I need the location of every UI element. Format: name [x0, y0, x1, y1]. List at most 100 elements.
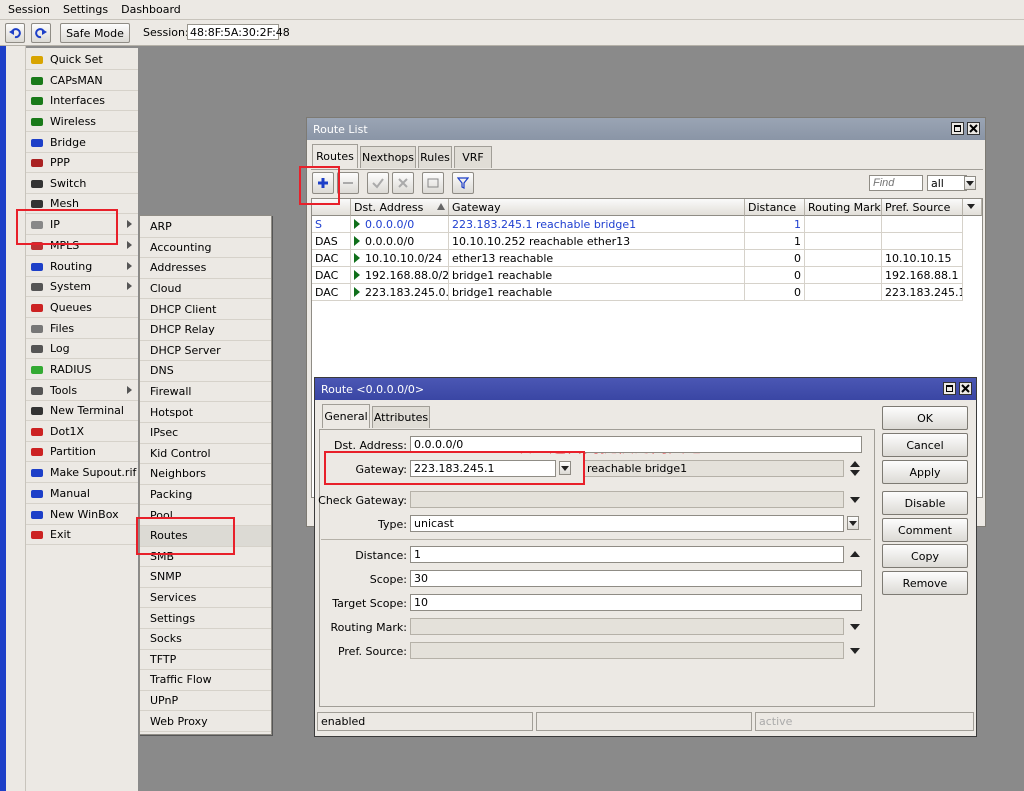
distance-collapse-icon[interactable] [850, 551, 860, 557]
column-menu-button[interactable] [963, 199, 982, 216]
route-cell-distance[interactable]: 0 [745, 284, 805, 301]
submenu-item-neighbors[interactable]: Neighbors [140, 464, 271, 485]
column-header[interactable]: Dst. Address [351, 199, 449, 216]
redo-button[interactable] [31, 23, 51, 43]
safe-mode-button[interactable]: Safe Mode [60, 23, 130, 43]
routing-mark-dropdown-icon[interactable] [850, 624, 860, 630]
route-cell-mark[interactable] [805, 267, 882, 284]
sidebar-item-new-winbox[interactable]: New WinBox [26, 505, 138, 525]
check-gateway-field[interactable] [410, 491, 844, 508]
submenu-item-snmp[interactable]: SNMP [140, 567, 271, 588]
route-cell-gateway[interactable]: bridge1 reachable [449, 284, 745, 301]
route-cell-flags[interactable]: DAC [312, 267, 351, 284]
column-header[interactable]: Gateway [449, 199, 745, 216]
sidebar-item-tools[interactable]: Tools [26, 381, 138, 401]
routing-mark-field[interactable] [410, 618, 844, 635]
sidebar-item-files[interactable]: Files [26, 319, 138, 339]
sidebar-item-quick-set[interactable]: Quick Set [26, 50, 138, 70]
route-cell-pref[interactable]: 192.168.88.1 [882, 267, 963, 284]
dialog-close-button[interactable] [959, 382, 972, 395]
filter-dropdown-icon[interactable] [964, 176, 976, 190]
tab-general[interactable]: General [322, 404, 370, 428]
scope-field[interactable]: 30 [410, 570, 862, 587]
target-scope-field[interactable]: 10 [410, 594, 862, 611]
sidebar-item-capsman[interactable]: CAPsMAN [26, 71, 138, 91]
sidebar-item-system[interactable]: System [26, 277, 138, 297]
menu-session[interactable]: Session [0, 3, 55, 16]
pref-source-dropdown-icon[interactable] [850, 648, 860, 654]
submenu-item-dhcp-client[interactable]: DHCP Client [140, 299, 271, 320]
cancel-button[interactable]: Cancel [882, 433, 968, 457]
tab-attributes[interactable]: Attributes [372, 406, 430, 428]
submenu-item-web-proxy[interactable]: Web Proxy [140, 711, 271, 732]
route-cell-dst[interactable]: 192.168.88.0/24 [351, 267, 449, 284]
filter-button[interactable] [452, 172, 474, 194]
sidebar-item-routing[interactable]: Routing [26, 257, 138, 277]
undo-button[interactable] [5, 23, 25, 43]
type-dropdown-icon[interactable] [847, 516, 859, 530]
dialog-maximize-button[interactable] [943, 382, 956, 395]
submenu-item-services[interactable]: Services [140, 588, 271, 609]
route-cell-gateway[interactable]: ether13 reachable [449, 250, 745, 267]
route-cell-mark[interactable] [805, 250, 882, 267]
sidebar-item-wireless[interactable]: Wireless [26, 112, 138, 132]
route-cell-dst[interactable]: 0.0.0.0/0 [351, 233, 449, 250]
filter-select[interactable]: all [927, 175, 967, 191]
sidebar-item-log[interactable]: Log [26, 339, 138, 359]
route-cell-flags[interactable]: DAC [312, 284, 351, 301]
check-gateway-dropdown-icon[interactable] [850, 497, 860, 503]
route-cell-dst[interactable]: 0.0.0.0/0 [351, 216, 449, 233]
route-cell-flags[interactable]: DAC [312, 250, 351, 267]
tab-routes[interactable]: Routes [312, 144, 358, 168]
submenu-item-firewall[interactable]: Firewall [140, 382, 271, 403]
submenu-item-ipsec[interactable]: IPsec [140, 423, 271, 444]
pref-source-field[interactable] [410, 642, 844, 659]
maximize-button[interactable] [951, 122, 964, 135]
sidebar-item-bridge[interactable]: Bridge [26, 133, 138, 153]
submenu-item-dhcp-relay[interactable]: DHCP Relay [140, 320, 271, 341]
submenu-item-traffic-flow[interactable]: Traffic Flow [140, 670, 271, 691]
submenu-item-hotspot[interactable]: Hotspot [140, 402, 271, 423]
submenu-item-socks[interactable]: Socks [140, 629, 271, 650]
tab-vrf[interactable]: VRF [454, 146, 492, 168]
submenu-item-upnp[interactable]: UPnP [140, 691, 271, 712]
sidebar-item-radius[interactable]: RADIUS [26, 360, 138, 380]
sidebar-item-new-terminal[interactable]: New Terminal [26, 401, 138, 421]
column-header[interactable]: Routing Mark [805, 199, 882, 216]
gateway-remove-icon[interactable] [850, 470, 860, 476]
sidebar-item-manual[interactable]: Manual [26, 484, 138, 504]
submenu-item-dhcp-server[interactable]: DHCP Server [140, 341, 271, 362]
copy-button[interactable]: Copy [882, 544, 968, 568]
route-cell-pref[interactable]: 10.10.10.15 [882, 250, 963, 267]
disable-button[interactable] [392, 172, 414, 194]
submenu-item-settings[interactable]: Settings [140, 608, 271, 629]
route-cell-mark[interactable] [805, 216, 882, 233]
tab-nexthops[interactable]: Nexthops [360, 146, 416, 168]
sidebar-item-make-supout-rif[interactable]: Make Supout.rif [26, 463, 138, 483]
remove-button[interactable]: Remove [882, 571, 968, 595]
column-header[interactable]: Distance [745, 199, 805, 216]
column-header[interactable]: Pref. Source [882, 199, 963, 216]
disable-button[interactable]: Disable [882, 491, 968, 515]
find-input[interactable] [869, 175, 923, 191]
comment-button[interactable] [422, 172, 444, 194]
submenu-item-packing[interactable]: Packing [140, 485, 271, 506]
submenu-item-dns[interactable]: DNS [140, 361, 271, 382]
sidebar-item-dot1x[interactable]: Dot1X [26, 422, 138, 442]
sidebar-item-interfaces[interactable]: Interfaces [26, 91, 138, 111]
route-cell-dst[interactable]: 223.183.245.0... [351, 284, 449, 301]
sidebar-item-ppp[interactable]: PPP [26, 153, 138, 173]
route-cell-mark[interactable] [805, 233, 882, 250]
route-cell-gateway[interactable]: bridge1 reachable [449, 267, 745, 284]
route-cell-flags[interactable]: S [312, 216, 351, 233]
route-cell-distance[interactable]: 0 [745, 267, 805, 284]
ok-button[interactable]: OK [882, 406, 968, 430]
submenu-item-tftp[interactable]: TFTP [140, 650, 271, 671]
submenu-item-arp[interactable]: ARP [140, 217, 271, 238]
distance-field[interactable]: 1 [410, 546, 844, 563]
type-field[interactable]: unicast [410, 515, 844, 532]
close-button[interactable] [967, 122, 980, 135]
submenu-item-cloud[interactable]: Cloud [140, 279, 271, 300]
sidebar-item-queues[interactable]: Queues [26, 298, 138, 318]
sidebar-item-partition[interactable]: Partition [26, 442, 138, 462]
